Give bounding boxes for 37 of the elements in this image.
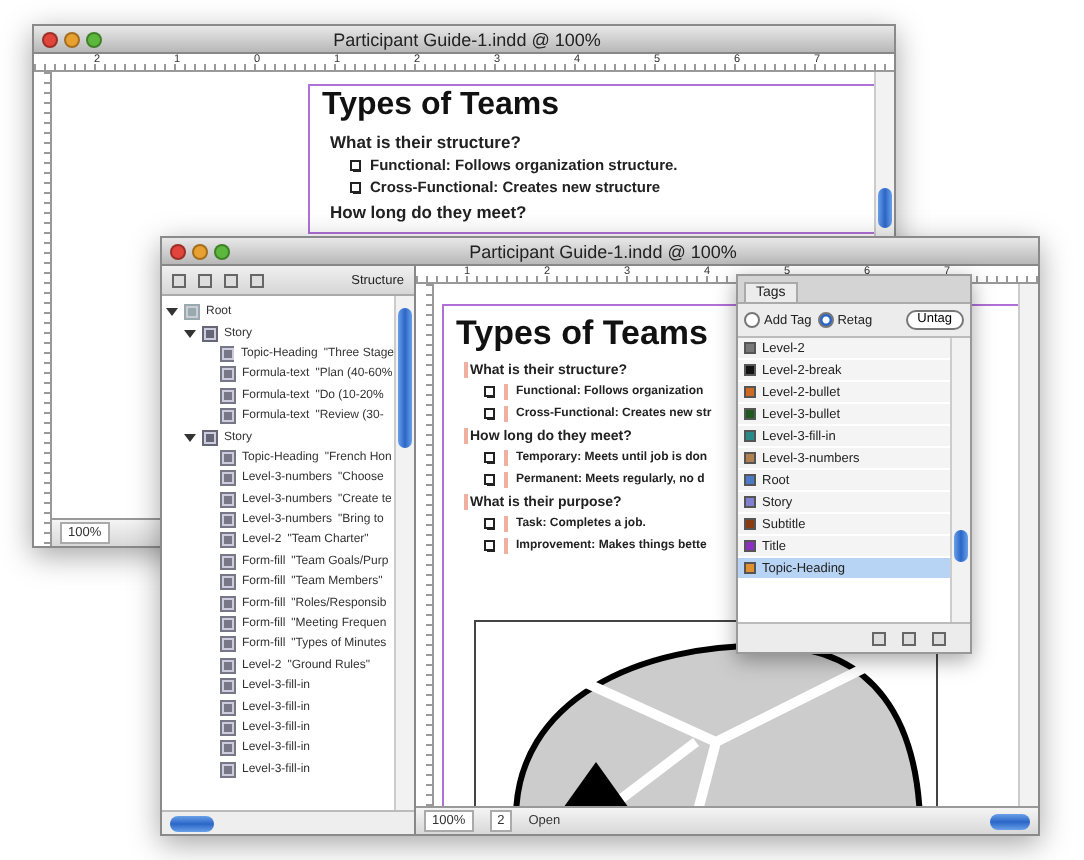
window-title: Participant Guide-1.indd @ 100% — [331, 29, 603, 49]
minimize-button[interactable] — [192, 243, 208, 259]
minimize-button[interactable] — [64, 31, 80, 47]
tag-marker-icon — [504, 383, 508, 399]
tag-marker-icon — [504, 471, 508, 487]
bullet-box-icon — [484, 473, 496, 485]
vertical-scrollbar[interactable] — [394, 296, 414, 810]
bullet-box-icon — [484, 517, 496, 529]
section-heading: What is their structure? — [330, 132, 521, 152]
tag-marker-icon — [504, 537, 508, 553]
bullet-box-icon — [350, 159, 362, 171]
vertical-scrollbar[interactable] — [874, 72, 894, 236]
document-title: Types of Teams — [322, 88, 560, 124]
zoom-button[interactable] — [214, 243, 230, 259]
close-button[interactable] — [170, 243, 186, 259]
window-title: Participant Guide-1.indd @ 100% — [467, 241, 739, 261]
section-heading: How long do they meet? — [330, 202, 527, 222]
horizontal-scrollbar[interactable] — [990, 813, 1030, 829]
bullet-box-icon — [484, 539, 496, 551]
vertical-scrollbar[interactable] — [950, 338, 970, 622]
vertical-scrollbar[interactable] — [1018, 284, 1038, 806]
tag-marker-icon — [504, 405, 508, 421]
bullet-box-icon — [484, 385, 496, 397]
close-button[interactable] — [42, 31, 58, 47]
document-title: Types of Teams — [456, 314, 708, 354]
bullet-box-icon — [350, 181, 362, 193]
horizontal-scrollbar[interactable] — [162, 810, 414, 834]
element-icon — [220, 345, 235, 362]
bullet-box-icon — [484, 407, 496, 419]
tag-marker-icon — [464, 428, 468, 444]
tag-marker-icon — [464, 494, 468, 510]
tag-marker-icon — [464, 362, 468, 378]
tag-marker-icon — [504, 449, 508, 465]
zoom-button[interactable] — [86, 31, 102, 47]
expanded-triangle-icon[interactable] — [184, 431, 196, 444]
tag-marker-icon — [504, 515, 508, 531]
bullet-box-icon — [484, 451, 496, 463]
